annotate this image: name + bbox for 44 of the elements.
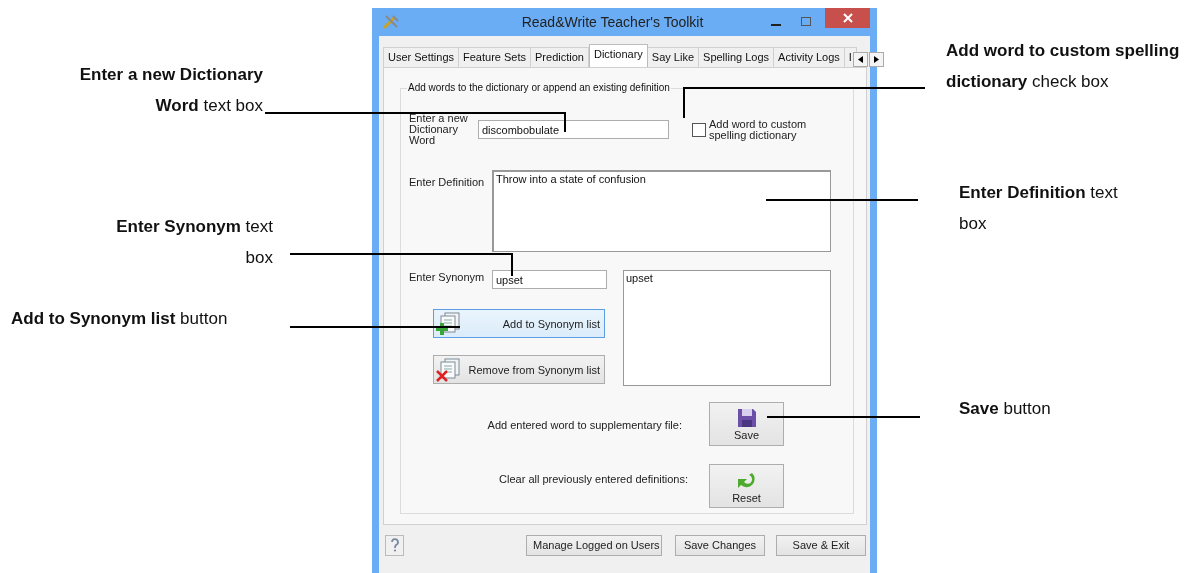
list-item[interactable]: upset (626, 272, 828, 284)
help-button[interactable] (385, 534, 404, 556)
save-button[interactable]: Save (709, 402, 784, 446)
callout-text: Enter Definition text box (959, 182, 1119, 235)
callout-text: Add word to custom spelling dictionary check box (946, 40, 1181, 93)
dictionary-word-field[interactable]: discombobulate (478, 120, 669, 139)
tab[interactable]: Spelling Logs (699, 47, 775, 67)
checkbox-label: Add word to custom spelling dictionary (709, 118, 808, 141)
add-document-icon (436, 311, 462, 336)
callout-text: Enter a new Dictionary Word text box (78, 64, 263, 117)
field-label: Enter Synonym (409, 270, 486, 285)
maximize-icon[interactable] (801, 17, 811, 27)
footer-button[interactable]: Manage Logged on Users (526, 534, 662, 556)
tab[interactable]: Say Like (647, 47, 700, 67)
action-description: Add entered word to supplementary file: (486, 418, 682, 431)
question-mark-icon (389, 538, 400, 552)
callout-text: Save button (959, 398, 1051, 420)
tab[interactable]: User Settings (383, 47, 460, 67)
field-label: Enter a new Dictionary Word (409, 113, 469, 146)
remove-document-icon (436, 357, 462, 382)
callout-text: Enter Synonym text box (115, 216, 273, 269)
close-icon (842, 13, 853, 23)
reset-button[interactable]: Reset (709, 464, 784, 508)
synonym-field[interactable]: upset (492, 270, 607, 289)
callout-text: Add to Synonym list button (11, 308, 228, 330)
window-title: Read&Write Teacher's Toolkit (520, 14, 705, 30)
tab[interactable]: Activity Logs (774, 47, 845, 67)
field-label: Enter Definition (409, 175, 486, 190)
footer-button[interactable]: Save & Exit (776, 534, 866, 556)
synonym-list[interactable]: upset (623, 270, 831, 386)
definition-field[interactable]: Throw into a state of confusion (492, 170, 831, 252)
group-caption: Add words to the dictionary or append an existing definition (407, 82, 671, 93)
footer-button[interactable]: Save Changes (675, 534, 765, 556)
tab[interactable]: Dictionary (588, 44, 648, 67)
tools-icon (382, 14, 400, 30)
action-description: Clear all previously entered definitions: (498, 472, 688, 487)
tab-scroll-buttons[interactable] (852, 52, 884, 67)
synonym-list-button[interactable]: Add to Synonym list (433, 309, 605, 338)
tab[interactable]: Prediction (531, 47, 589, 67)
checkbox[interactable] (692, 122, 706, 137)
tab[interactable]: Feature Sets (459, 47, 531, 67)
close-button[interactable] (825, 8, 870, 28)
synonym-list-button[interactable]: Remove from Synonym list (433, 355, 605, 384)
save-icon (736, 407, 757, 428)
